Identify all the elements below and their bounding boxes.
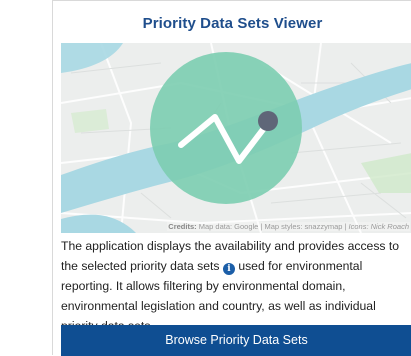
credits-map-styles: Map styles: snazzymap [264,222,343,231]
card-title: Priority Data Sets Viewer [142,15,323,32]
credits-icons: Icons: Nick Roach [348,222,409,231]
map-illustration [61,43,411,233]
priority-data-sets-card: Priority Data Sets Viewer Credits: Map d… [52,0,411,356]
map-thumbnail: Credits: Map data: Google | Map styles: … [61,43,411,233]
marker-dot-icon [258,111,278,131]
credits-map-data: Map data: Google [198,222,259,231]
card-description: The application displays the availabilit… [61,236,410,336]
map-highlight-circle [150,52,302,204]
browse-priority-data-sets-button[interactable]: Browse Priority Data Sets [61,325,411,356]
map-credits: Credits: Map data: Google | Map styles: … [167,222,410,231]
info-icon[interactable]: i [222,263,235,275]
credits-label: Credits: [168,222,197,231]
